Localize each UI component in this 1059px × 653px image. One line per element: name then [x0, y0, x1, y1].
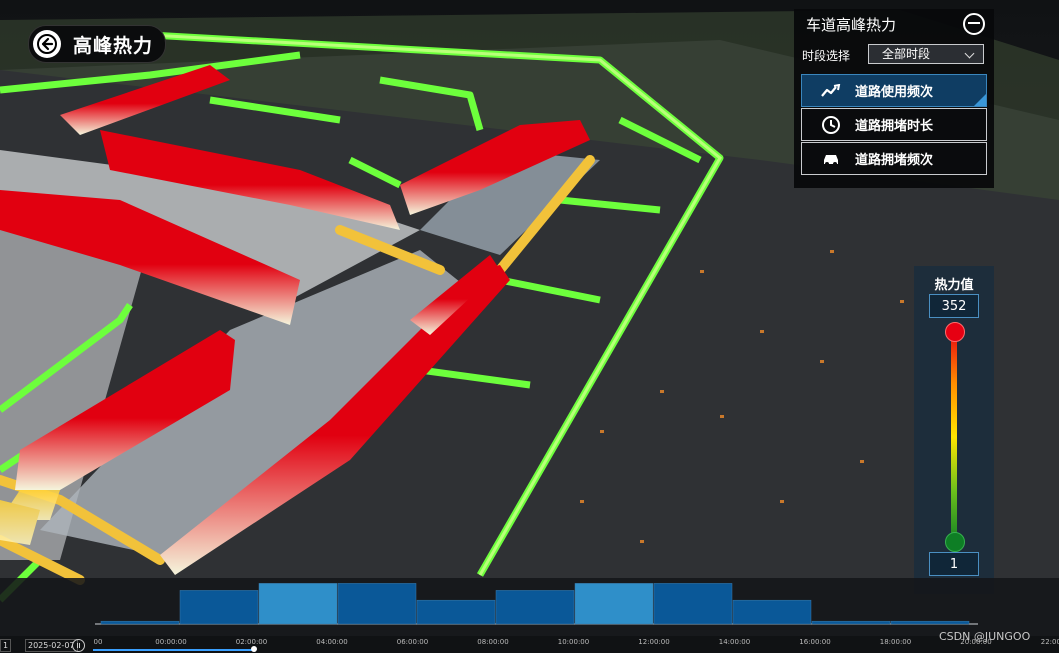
- mode-congestion-frequency-button[interactable]: 道路拥堵频次: [801, 142, 987, 175]
- collapse-icon[interactable]: [963, 13, 985, 35]
- period-select[interactable]: 全部时段: [868, 44, 984, 64]
- timeline-tick-label: 08:00:00: [477, 638, 509, 646]
- page-title: 高峰热力: [73, 34, 154, 57]
- panel-title: 车道高峰热力: [806, 16, 897, 34]
- histogram-bar[interactable]: [890, 620, 970, 625]
- histogram-bar[interactable]: [258, 583, 338, 625]
- timeline-tick-label: 18:00:00: [879, 638, 912, 646]
- timeline-speed-select[interactable]: 1: [0, 639, 12, 652]
- legend-min-handle[interactable]: [945, 532, 965, 552]
- mode-congestion-duration-button[interactable]: 道路拥堵时长: [801, 108, 987, 141]
- legend-color-bar: [951, 328, 957, 546]
- car-icon: [820, 148, 842, 170]
- timeline-tick-label: 16:00:00: [799, 638, 831, 646]
- histogram-bar[interactable]: [732, 599, 812, 625]
- legend-min-value[interactable]: 1: [929, 552, 979, 576]
- timeline-tick-label: 00: [93, 638, 103, 646]
- arrow-left-icon: [33, 30, 61, 58]
- back-button[interactable]: 高峰热力: [28, 25, 166, 63]
- selected-check-icon: [974, 94, 986, 106]
- timeline-tick-label: 22:00:00: [1040, 638, 1059, 646]
- control-panel: 车道高峰热力 时段选择 全部时段 道路使用频次 道路拥堵时长 道路拥堵频次: [794, 9, 994, 188]
- legend-title: 热力值: [934, 278, 974, 293]
- legend-max-value[interactable]: 352: [929, 294, 979, 318]
- pause-icon[interactable]: [72, 639, 85, 652]
- histogram-bar[interactable]: [179, 590, 259, 625]
- histogram-bar[interactable]: [653, 583, 733, 625]
- watermark: CSDN @JUNGOO: [939, 630, 1031, 643]
- timeline-tick-label: 00:00:00: [155, 638, 187, 646]
- trend-icon: [820, 80, 842, 102]
- histogram-bar[interactable]: [337, 583, 417, 625]
- mode-usage-frequency-button[interactable]: 道路使用频次: [801, 74, 987, 107]
- period-select-value: 全部时段: [882, 47, 931, 61]
- timeline-progress: [93, 649, 255, 651]
- timeline-tick-label: 14:00:00: [718, 638, 751, 646]
- timeline-tick-label: 12:00:00: [638, 638, 670, 646]
- chevron-down-icon: [964, 48, 975, 59]
- period-label: 时段选择: [802, 49, 851, 63]
- mode-label: 道路拥堵时长: [855, 119, 934, 134]
- histogram-bar[interactable]: [495, 590, 575, 625]
- histogram-bar[interactable]: [100, 620, 180, 625]
- mode-label: 道路使用频次: [855, 85, 934, 100]
- timeline-tick-label: 04:00:00: [316, 638, 348, 646]
- timeline-date-select[interactable]: 2025-02-07: [25, 639, 78, 652]
- timeline-tick-label: 10:00:00: [557, 638, 590, 646]
- histogram-bar[interactable]: [811, 620, 891, 625]
- histogram-bar[interactable]: [574, 583, 654, 625]
- mode-label: 道路拥堵频次: [855, 153, 934, 168]
- timeline-tick-label: 06:00:00: [396, 638, 429, 646]
- timeline-tick-label: 02:00:00: [235, 638, 268, 646]
- timeline-progress-handle[interactable]: [251, 646, 257, 652]
- clock-icon: [820, 114, 842, 136]
- legend-max-handle[interactable]: [945, 322, 965, 342]
- heat-legend: 热力值 352 1: [914, 266, 994, 594]
- histogram-bar[interactable]: [416, 599, 496, 625]
